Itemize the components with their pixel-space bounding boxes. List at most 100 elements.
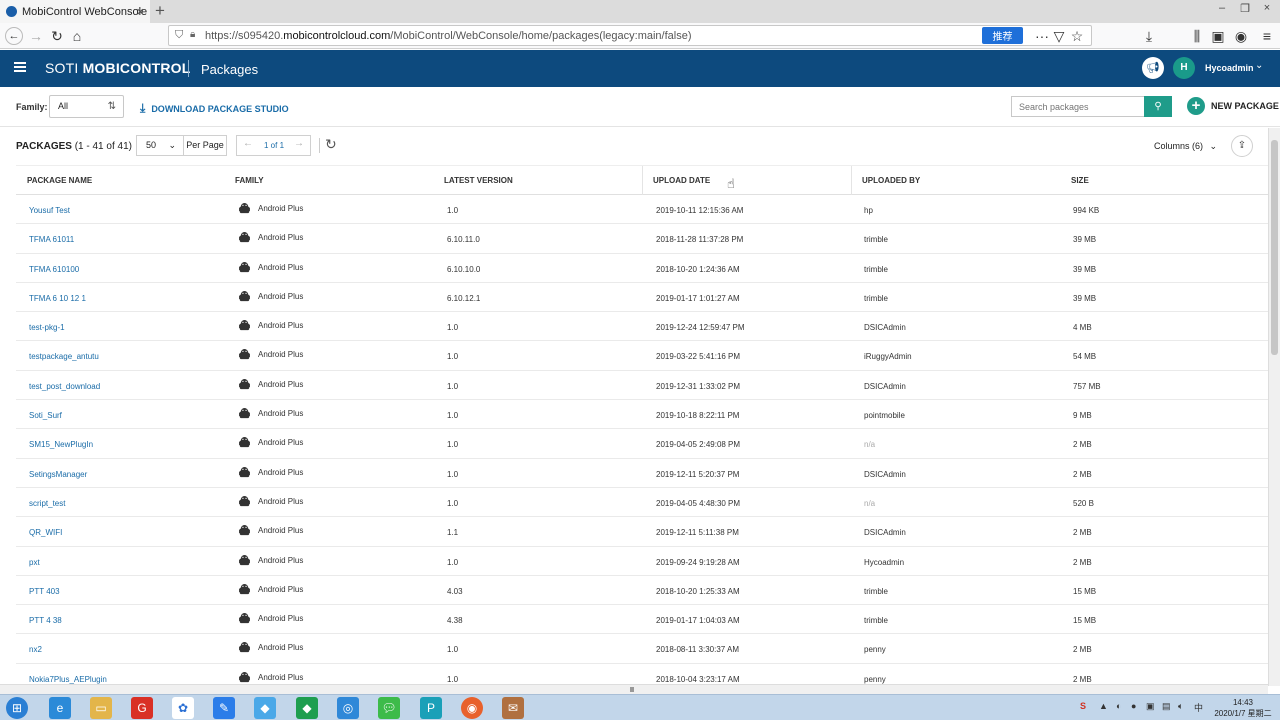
menu-icon[interactable]: ≡ (1258, 27, 1276, 45)
back-icon[interactable]: ← (5, 27, 23, 45)
family-select[interactable]: All ⇅ (49, 95, 124, 118)
col-header-family[interactable]: FAMILY (235, 176, 264, 185)
tray-ime-icon[interactable]: 中 (1194, 701, 1203, 714)
url-bar[interactable]: ⛉ 🔒︎ https://s095420. mobicontrolcloud.co… (168, 25, 1092, 46)
package-name-link[interactable]: SM15_NewPlugIn (29, 440, 93, 449)
app-diamond-icon[interactable]: ◆ (254, 697, 276, 719)
tab-close-icon[interactable]: × (136, 4, 144, 19)
table-row[interactable]: testpackage_antutu Android Plus 1.0 2019-03… (16, 341, 1268, 371)
package-name-link[interactable]: testpackage_antutu (29, 352, 99, 361)
table-row[interactable]: PTT 4 38 Android Plus 4.38 2019-01-17 1:04:… (16, 605, 1268, 635)
hamburger-menu-icon[interactable] (14, 62, 26, 72)
chevron-down-icon[interactable]: ⌄ (1255, 60, 1263, 71)
new-tab-icon[interactable]: + (155, 1, 165, 21)
package-name-link[interactable]: test-pkg-1 (29, 323, 65, 332)
per-page-select[interactable]: 50 ⌄ (136, 135, 184, 156)
package-name-link[interactable]: QR_WIFI (29, 528, 62, 537)
vertical-scrollbar[interactable] (1268, 128, 1280, 686)
tray-wechat-icon[interactable]: ● (1131, 701, 1136, 711)
library-icon[interactable]: ⫼ (1188, 27, 1206, 45)
app-network-icon[interactable]: ✿ (172, 697, 194, 719)
table-row[interactable]: TFMA 6 10 12 1 Android Plus 6.10.12.1 2019-… (16, 283, 1268, 313)
more-icon[interactable]: ··· (1033, 27, 1051, 45)
avatar[interactable]: H (1173, 57, 1195, 79)
col-header-size[interactable]: SIZE (1071, 176, 1089, 185)
col-header-version[interactable]: LATEST VERSION (444, 176, 513, 185)
table-row[interactable]: script_test Android Plus 1.0 2019-04-05 4:4… (16, 488, 1268, 518)
package-name-link[interactable]: nx2 (29, 645, 42, 654)
new-package-button[interactable]: + NEW PACKAGE (1187, 97, 1279, 115)
tray-expand-icon[interactable]: ▲ (1099, 701, 1108, 711)
table-row[interactable]: TFMA 61011 Android Plus 6.10.11.0 2018-11-2… (16, 224, 1268, 254)
package-name-link[interactable]: script_test (29, 499, 65, 508)
table-row[interactable]: TFMA 610100 Android Plus 6.10.10.0 2018-10-… (16, 254, 1268, 283)
home-icon[interactable]: ⌂ (68, 27, 86, 45)
table-row[interactable]: SetingsManager Android Plus 1.0 2019-12-11 … (16, 459, 1268, 488)
window-close-icon[interactable]: × (1260, 2, 1274, 14)
wechat-icon[interactable]: 💬︎ (378, 697, 400, 719)
app-mail-icon[interactable]: ✉ (502, 697, 524, 719)
firefox-icon[interactable]: ◉ (461, 697, 483, 719)
url-recommend-badge[interactable]: 推荐 (982, 27, 1023, 44)
reload-icon[interactable]: ↻ (48, 27, 66, 45)
next-page-icon[interactable]: → (294, 138, 304, 149)
announcements-megaphone-icon[interactable]: 📢︎ (1142, 57, 1164, 79)
table-row[interactable]: Yousuf Test Android Plus 1.0 2019-10-11 12:… (16, 195, 1268, 225)
table-row[interactable]: nx2 Android Plus 1.0 2018-08-11 3:30:37 AM p… (16, 634, 1268, 664)
app-green-icon[interactable]: ◆ (296, 697, 318, 719)
pocket-icon[interactable]: ▽ (1050, 27, 1068, 45)
app-p-icon[interactable]: P (420, 697, 442, 719)
restore-icon[interactable]: ❐ (1238, 2, 1252, 15)
table-row[interactable]: QR_WIFI Android Plus 1.1 2019-12-11 5:11:38… (16, 517, 1268, 547)
package-name-link[interactable]: Soti_Surf (29, 411, 62, 420)
table-row[interactable]: test_post_download Android Plus 1.0 2019-12… (16, 371, 1268, 401)
download-icon[interactable]: ⤓ (1140, 27, 1158, 45)
tray-volume-icon[interactable]: 🔈︎ (1178, 701, 1183, 712)
col-header-date[interactable]: UPLOAD DATE (653, 176, 710, 185)
export-button[interactable]: ⇪ (1231, 135, 1253, 157)
horizontal-scrollbar[interactable] (0, 684, 1268, 694)
col-header-name[interactable]: PACKAGE NAME (27, 176, 92, 185)
account-icon[interactable]: ◉ (1232, 27, 1250, 45)
browser-tab[interactable]: MobiControl WebConsole × (0, 0, 150, 23)
scrollbar-thumb[interactable] (1271, 140, 1278, 355)
package-name-link[interactable]: Yousuf Test (29, 206, 70, 215)
scrollbar-thumb[interactable] (630, 687, 634, 692)
table-row[interactable]: pxt Android Plus 1.0 2019-09-24 9:19:28 AM H… (16, 547, 1268, 576)
package-name-link[interactable]: PTT 4 38 (29, 616, 62, 625)
app-search-icon[interactable]: ◎ (337, 697, 359, 719)
tray-s-icon[interactable]: S (1080, 701, 1086, 711)
system-clock[interactable]: 14:43 2020/1/7 星期二 (1210, 697, 1276, 719)
download-package-studio-link[interactable]: ⤓ DOWNLOAD PACKAGE STUDIO (140, 101, 289, 116)
table-row[interactable]: PTT 403 Android Plus 4.03 2018-10-20 1:25:3… (16, 576, 1268, 606)
refresh-icon[interactable]: ↻ (325, 136, 337, 153)
tray-app2-icon[interactable]: ▣ (1146, 701, 1155, 712)
package-name-link[interactable]: pxt (29, 558, 40, 567)
file-explorer-icon[interactable]: ▭ (90, 697, 112, 719)
username[interactable]: Hycoadmin (1205, 63, 1254, 73)
table-row[interactable]: test-pkg-1 Android Plus 1.0 2019-12-24 12:5… (16, 312, 1268, 342)
bookmark-star-icon[interactable]: ☆ (1068, 27, 1086, 45)
sidebar-icon[interactable]: ▣ (1209, 27, 1227, 45)
package-name-link[interactable]: TFMA 6 10 12 1 (29, 294, 86, 303)
package-name-link[interactable]: Nokia7Plus_AEPlugin (29, 675, 107, 684)
package-name-link[interactable]: PTT 403 (29, 587, 60, 596)
minimize-icon[interactable]: – (1215, 2, 1229, 14)
forward-icon[interactable]: → (27, 27, 45, 45)
package-name-link[interactable]: test_post_download (29, 382, 100, 391)
table-row[interactable]: Soti_Surf Android Plus 1.0 2019-10-18 8:22:… (16, 400, 1268, 430)
search-input[interactable] (1011, 96, 1145, 117)
internet-explorer-icon[interactable]: e (49, 697, 71, 719)
tray-network-icon[interactable]: ▤ (1162, 701, 1171, 712)
package-name-link[interactable]: SetingsManager (29, 470, 87, 479)
col-header-by[interactable]: UPLOADED BY (862, 176, 920, 185)
package-name-link[interactable]: TFMA 610100 (29, 265, 79, 274)
app-g-icon[interactable]: G (131, 697, 153, 719)
package-name-link[interactable]: TFMA 61011 (29, 235, 74, 244)
search-button[interactable]: ⚲ (1144, 96, 1172, 117)
prev-page-icon[interactable]: ← (243, 138, 253, 149)
tray-app-icon[interactable]: ◐ (1116, 701, 1121, 711)
start-button-icon[interactable]: ⊞ (6, 697, 28, 719)
app-note-icon[interactable]: ✎ (213, 697, 235, 719)
columns-select[interactable]: Columns (6) ⌄ (1154, 141, 1217, 152)
